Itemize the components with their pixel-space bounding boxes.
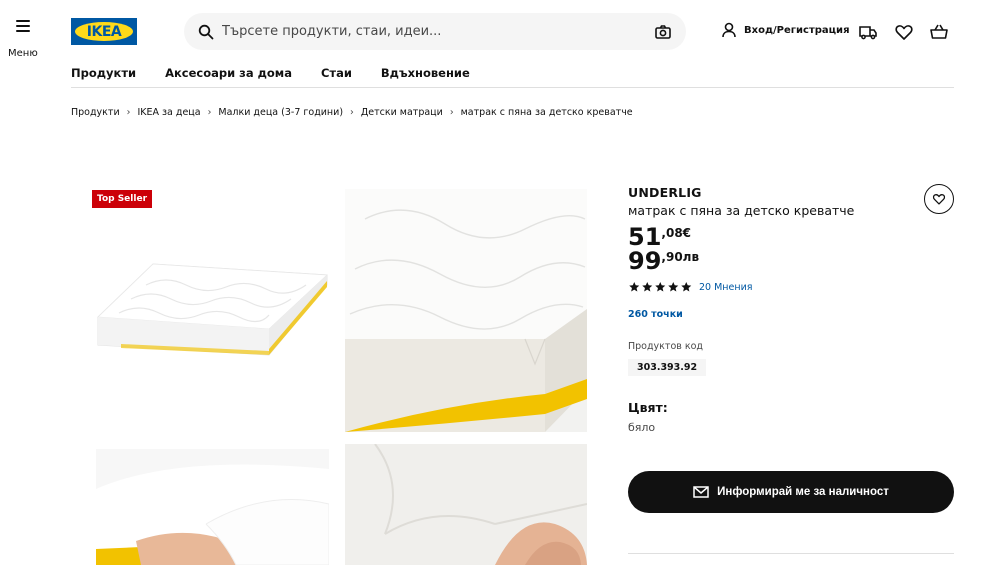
star-icon: [681, 282, 692, 292]
heart-icon[interactable]: [894, 22, 914, 42]
nav-products[interactable]: Продукти: [71, 66, 136, 80]
chevron-right-icon: ›: [350, 107, 354, 118]
star-icon: [655, 282, 666, 292]
color-label: Цвят:: [628, 400, 668, 415]
delivery-truck-icon[interactable]: [858, 22, 878, 42]
ikea-logo[interactable]: IKEA: [71, 18, 137, 45]
product-image-hand-on-mattress[interactable]: [96, 449, 329, 565]
search-bar[interactable]: [184, 13, 686, 50]
menu-button[interactable]: [8, 20, 38, 35]
product-image-main[interactable]: [91, 189, 329, 432]
menu-label: Меню: [8, 48, 38, 59]
shopping-basket-icon[interactable]: [929, 22, 949, 42]
notify-availability-button[interactable]: Информирай ме за наличност: [628, 471, 954, 513]
add-to-favourites-button[interactable]: [924, 184, 954, 214]
product-image-detail-corner[interactable]: [345, 189, 587, 432]
search-icon: [198, 24, 214, 39]
user-icon: [722, 22, 736, 38]
color-value: бяло: [628, 421, 656, 434]
envelope-icon: [693, 486, 709, 498]
reviews-link[interactable]: 20 Мнения: [699, 282, 752, 293]
loyalty-points: 260 точки: [628, 309, 683, 320]
camera-icon[interactable]: [654, 23, 672, 41]
nav-inspiration[interactable]: Вдъхновение: [381, 66, 470, 80]
login-link[interactable]: Вход/Регистрация: [722, 22, 849, 38]
product-description: матрак с пяна за детско креватче: [628, 203, 855, 218]
product-code: 303.393.92: [628, 359, 707, 376]
star-icon: [629, 282, 640, 292]
price-bgn: 99 ,90лв: [628, 247, 700, 275]
star-icon: [642, 282, 653, 292]
chevron-right-icon: ›: [207, 107, 212, 118]
breadcrumb-item[interactable]: Детски матраци: [361, 107, 443, 118]
search-input[interactable]: [222, 24, 654, 39]
breadcrumb-item-current[interactable]: матрак с пяна за детско креватче: [461, 107, 633, 118]
rating[interactable]: 20 Мнения: [628, 281, 752, 293]
main-nav: Продукти Аксесоари за дома Стаи Вдъхнове…: [71, 66, 499, 80]
section-divider: [628, 553, 954, 554]
breadcrumb-item[interactable]: Малки деца (3-7 години): [218, 107, 343, 118]
nav-rooms[interactable]: Стаи: [321, 66, 352, 80]
product-image-fabric-closeup[interactable]: [345, 444, 587, 565]
breadcrumb-item[interactable]: Продукти: [71, 107, 120, 118]
breadcrumb: Продукти › IKEA за деца › Малки деца (3-…: [71, 107, 633, 118]
product-code-label: Продуктов код: [628, 341, 703, 352]
star-icon: [668, 282, 679, 292]
top-seller-badge: Top Seller: [92, 190, 153, 208]
nav-divider: [71, 87, 954, 88]
chevron-right-icon: ›: [449, 107, 454, 118]
product-name: UNDERLIG: [628, 185, 702, 200]
chevron-right-icon: ›: [126, 107, 131, 118]
hamburger-icon: [16, 20, 30, 32]
nav-home-accessories[interactable]: Аксесоари за дома: [165, 66, 292, 80]
heart-icon: [932, 194, 946, 205]
price-eur: 51 ,08€: [628, 223, 692, 251]
star-rating: [628, 281, 693, 293]
breadcrumb-item[interactable]: IKEA за деца: [137, 107, 200, 118]
